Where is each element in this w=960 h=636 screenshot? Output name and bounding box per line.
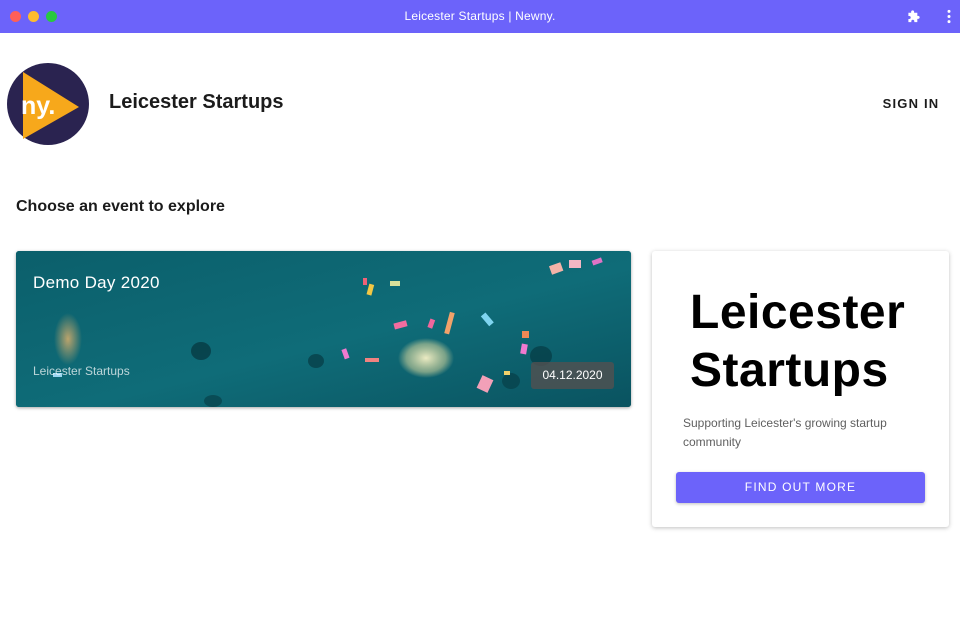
event-date-badge: 04.12.2020 <box>531 362 614 389</box>
find-out-more-button[interactable]: FIND OUT MORE <box>676 472 925 503</box>
puzzle-icon[interactable] <box>907 9 922 24</box>
window-titlebar: Leicester Startups | Newny. <box>0 0 960 33</box>
logo-text: ny. <box>21 92 55 120</box>
event-card[interactable]: Demo Day 2020 Leicester Startups 04.12.2… <box>16 251 631 407</box>
organization-tagline: Supporting Leicester's growing startup c… <box>683 416 887 449</box>
sign-in-button[interactable]: SIGN IN <box>880 93 942 115</box>
event-title: Demo Day 2020 <box>33 273 160 292</box>
brand-title-line-2: Startups <box>690 344 889 397</box>
org-logo[interactable]: ny. <box>7 63 89 145</box>
more-vertical-icon[interactable] <box>944 9 954 24</box>
organization-card: Leicester Startups Supporting Leicester'… <box>652 251 949 527</box>
brand-title-line-1: Leicester <box>690 286 906 339</box>
window-title: Leicester Startups | Newny. <box>404 9 556 23</box>
section-heading: Choose an event to explore <box>16 198 225 215</box>
event-organizer: Leicester Startups <box>33 364 130 378</box>
org-name: Leicester Startups <box>109 91 284 113</box>
